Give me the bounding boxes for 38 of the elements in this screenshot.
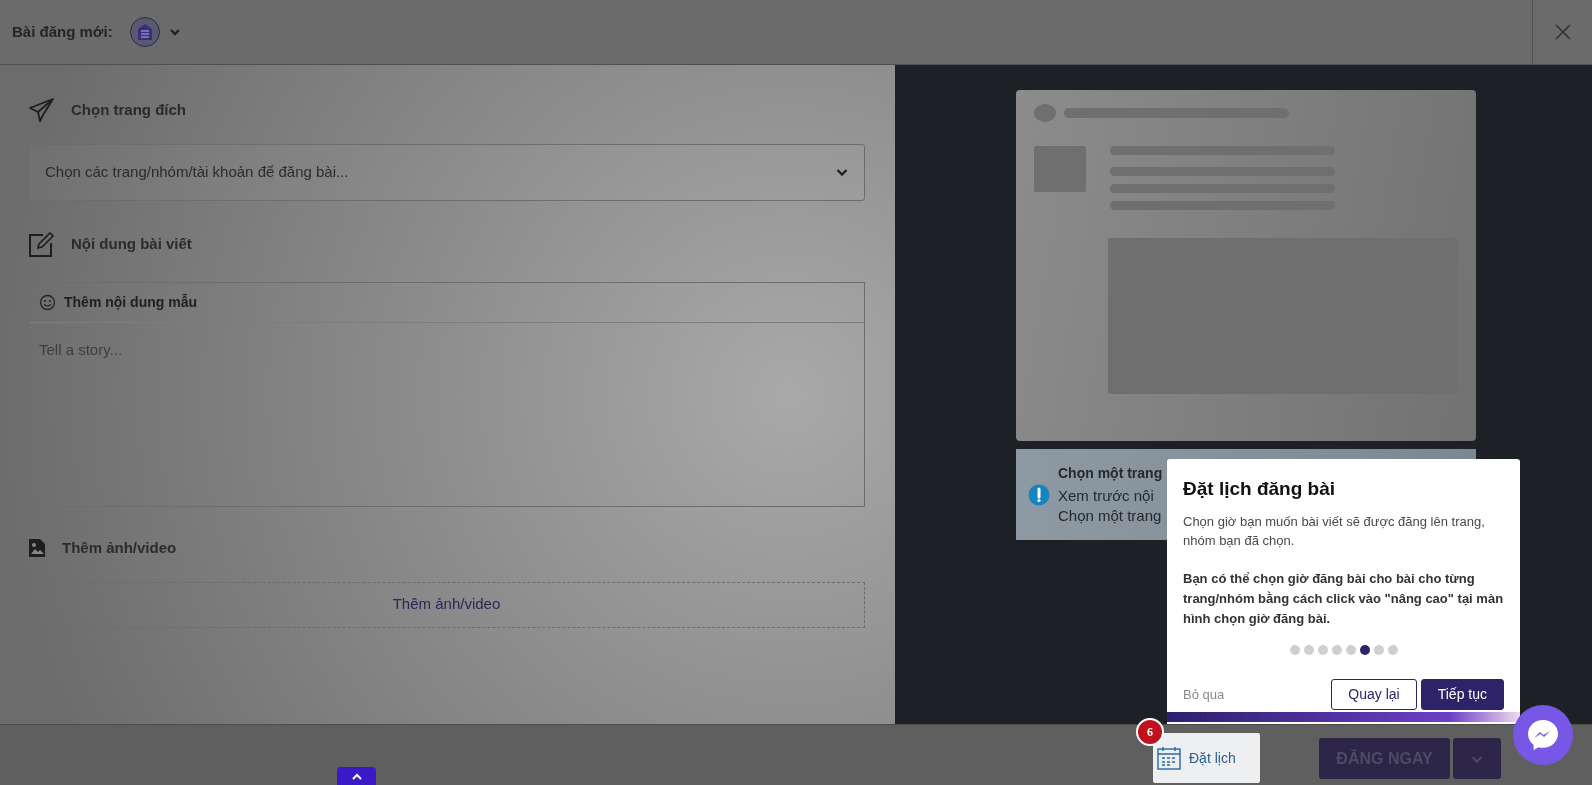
chevron-up-icon	[351, 772, 362, 780]
alert-text: Xem trước nội	[1058, 486, 1155, 506]
template-link[interactable]: Thêm nội dung mẫu	[64, 292, 197, 313]
schedule-button[interactable]: Đặt lịch	[1153, 733, 1260, 783]
alert-title: Chọn một trang	[1058, 463, 1163, 483]
info-icon	[1028, 483, 1050, 506]
step-dot[interactable]	[1359, 644, 1370, 655]
caret-icon[interactable]	[168, 27, 181, 37]
section-title: Nội dung bài viết	[71, 234, 192, 255]
step-dot[interactable]	[1331, 644, 1342, 655]
step-dot[interactable]	[1373, 644, 1384, 655]
section-title: Chọn trang đích	[71, 100, 186, 121]
smiley-icon[interactable]	[39, 294, 56, 311]
chevron-down-icon	[836, 168, 848, 177]
alert-text: Chọn một trang	[1058, 505, 1163, 526]
tour-description: Chọn giờ bạn muốn bài viết sẽ được đăng lên trang, nhóm bạn đã chọn.	[1183, 512, 1486, 550]
edit-icon	[28, 231, 55, 258]
step-dot[interactable]	[1289, 644, 1300, 655]
header-title: Bài đăng mới:	[11, 21, 113, 42]
skip-link[interactable]: Bỏ qua	[1183, 684, 1225, 705]
close-icon[interactable]	[1554, 24, 1571, 40]
step-dot[interactable]	[1387, 644, 1398, 655]
step-dot[interactable]	[1345, 644, 1356, 655]
target-select[interactable]: Chọn các trang/nhóm/tài khoản để đăng bài...	[28, 144, 865, 201]
send-icon	[28, 97, 55, 124]
next-button[interactable]: Tiếp tục	[1420, 678, 1504, 710]
page-avatar-icon[interactable]	[128, 16, 161, 48]
chevron-down-icon	[1471, 754, 1483, 764]
back-button[interactable]: Quay lại	[1331, 678, 1417, 710]
section-title: Thêm ảnh/video	[62, 538, 177, 558]
expand-button[interactable]	[337, 767, 376, 785]
step-dot[interactable]	[1317, 644, 1328, 655]
publish-options-button[interactable]	[1453, 738, 1501, 779]
calendar-icon	[1157, 746, 1181, 770]
image-file-icon	[28, 538, 46, 559]
step-dot[interactable]	[1303, 644, 1314, 655]
tour-note: Bạn có thể chọn giờ đăng bài cho bài cho từng trang/nhóm bằng cách click vào "nâng cao" tại màn hình chọn giờ đăng bài.	[1183, 569, 1504, 628]
tour-title: Đặt lịch đăng bài	[1183, 477, 1337, 501]
